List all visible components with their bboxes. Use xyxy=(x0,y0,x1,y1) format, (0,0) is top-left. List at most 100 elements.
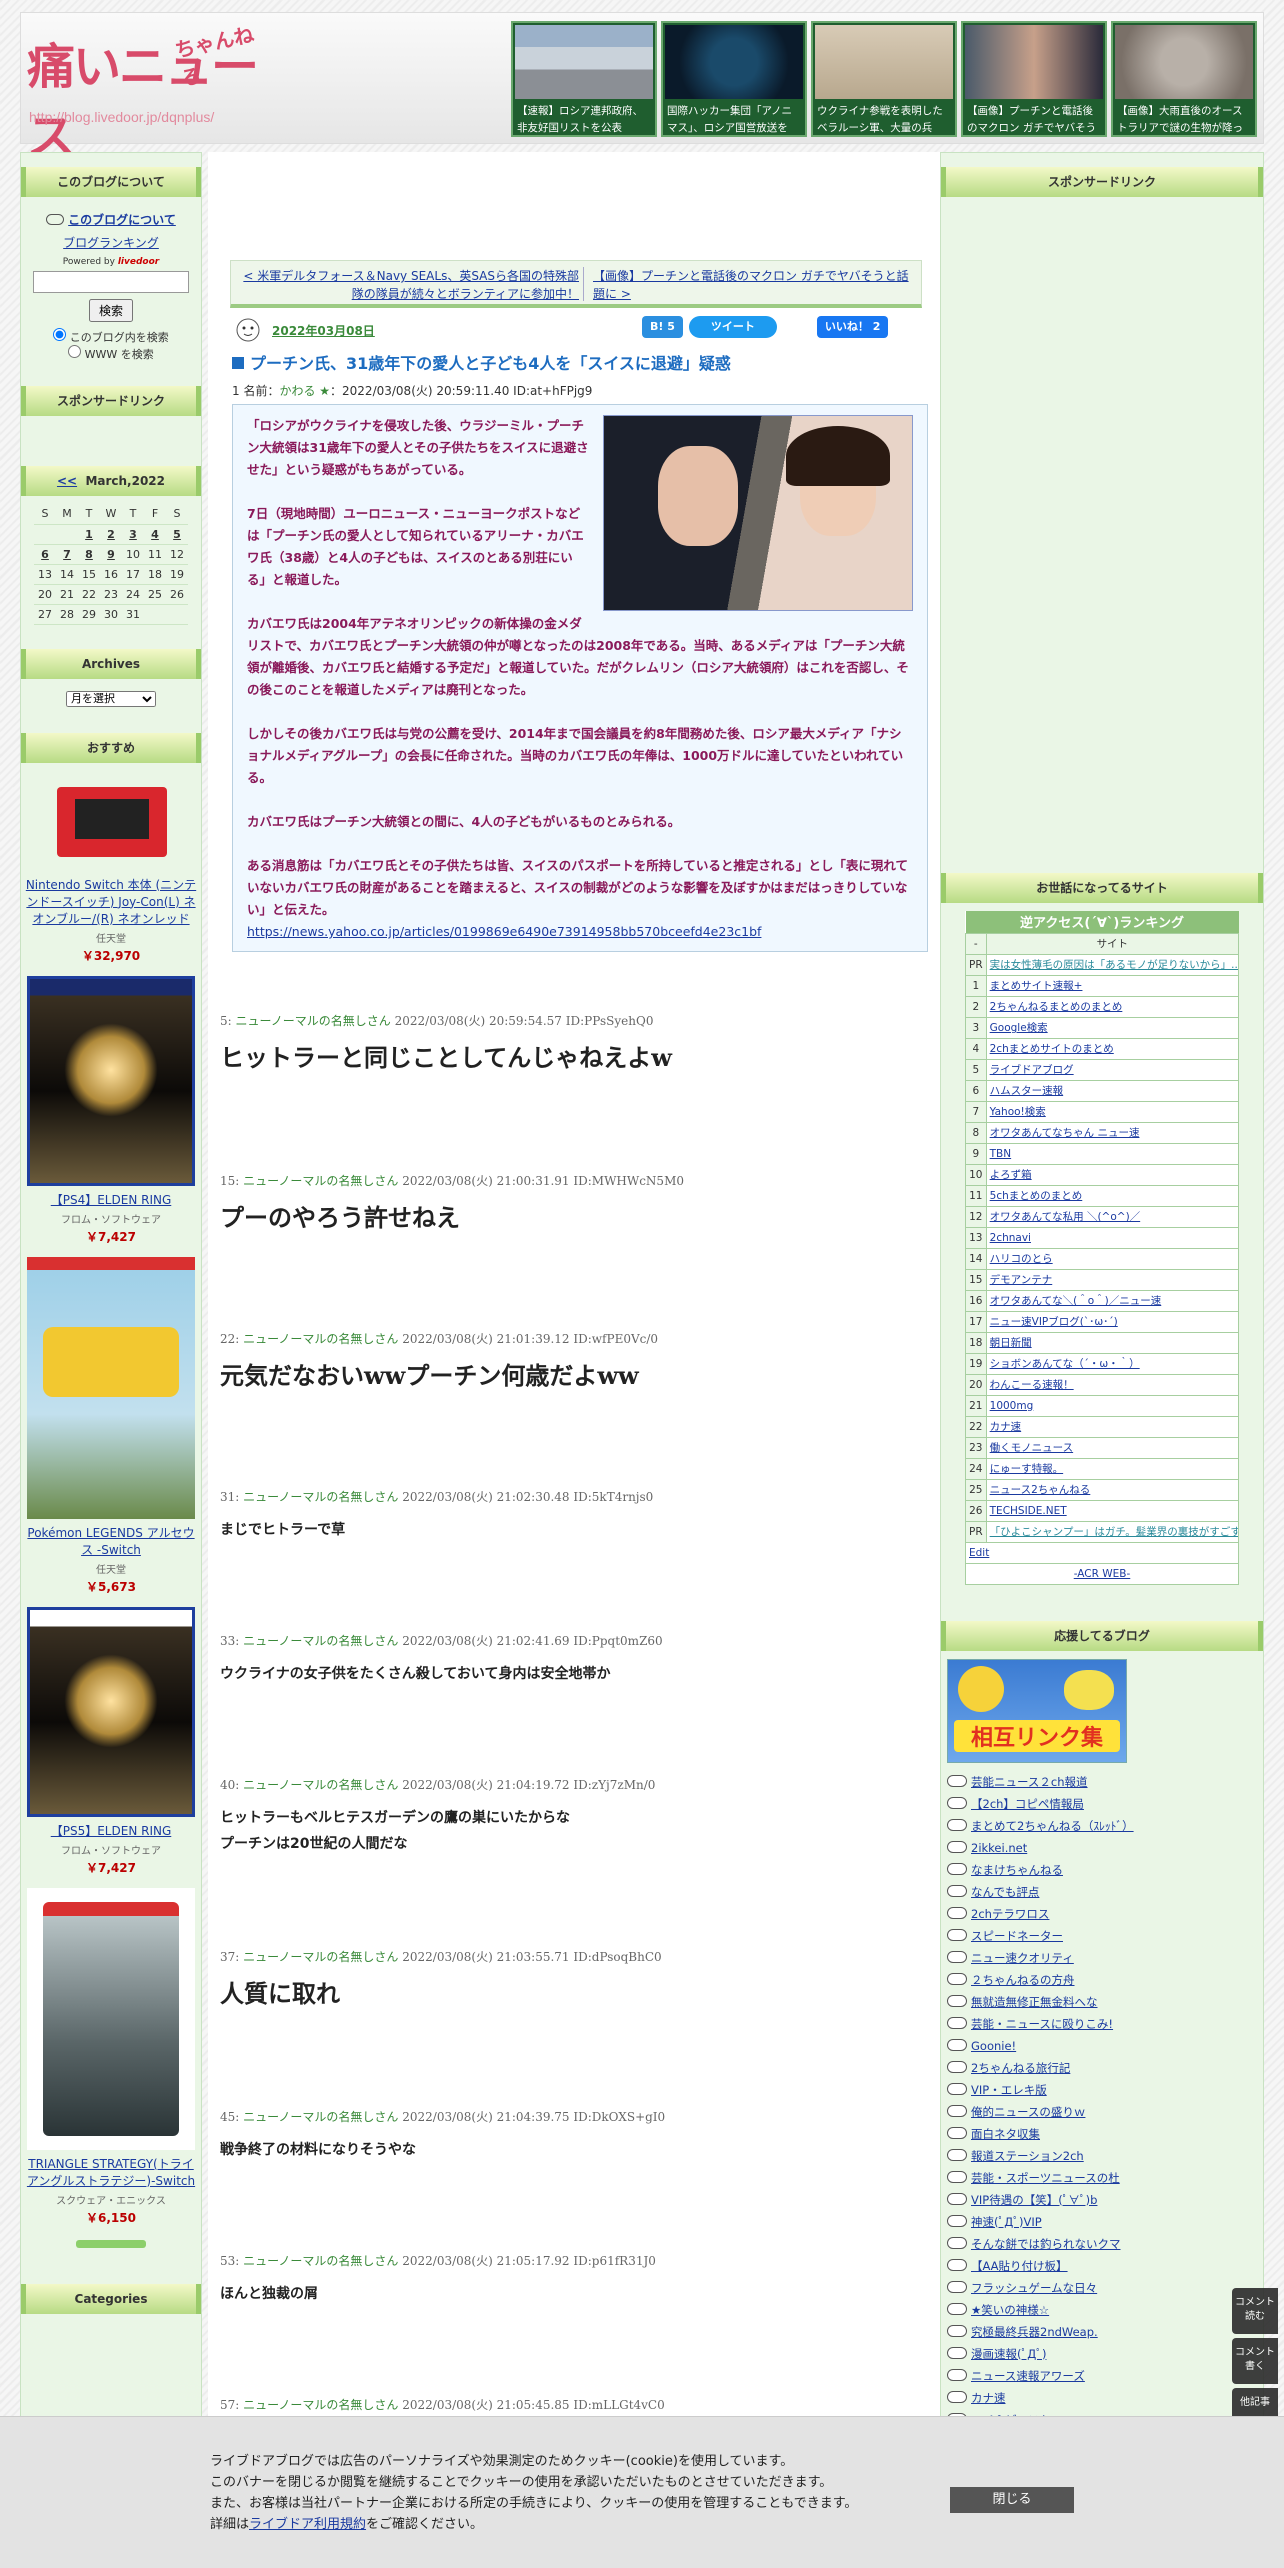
mutual-link[interactable]: まとめて2ちゃんねる（ｽﾚｯﾄﾞ） xyxy=(971,1819,1134,1833)
article-date[interactable]: 2022年03月08日 xyxy=(272,322,375,339)
search-input[interactable] xyxy=(33,271,189,293)
ranking-site-link[interactable]: オワタあんてな私用 ＼(^o^)／ xyxy=(990,1211,1141,1223)
ranking-site-link[interactable]: まとめサイト速報+ xyxy=(990,980,1083,992)
calendar-day[interactable]: 30 xyxy=(100,604,122,625)
calendar-day[interactable]: 23 xyxy=(100,584,122,605)
calendar-day[interactable]: 13 xyxy=(34,564,56,585)
mutual-link[interactable]: ニュース速報アワーズ xyxy=(971,2369,1085,2383)
calendar-day[interactable]: 4 xyxy=(144,524,166,545)
calendar-day[interactable]: 8 xyxy=(78,544,100,565)
cookie-close-button[interactable]: 閉じる xyxy=(950,2487,1074,2513)
mutual-link[interactable]: 神速(ﾟДﾟ)VIP xyxy=(971,2215,1042,2229)
calendar-day[interactable]: 14 xyxy=(56,564,78,585)
ranking-site-link[interactable]: ライブドアブログ xyxy=(990,1064,1074,1076)
product-item[interactable]: 【PS4】ELDEN RING フロム・ソフトウェア ￥7,427 xyxy=(21,975,201,1245)
header-thumb[interactable]: 国際ハッカー集団「アノニマス」、ロシア国営放送を xyxy=(661,21,807,137)
ranking-site-link[interactable]: 「ひよこシャンプー」はガチ。髪業界の裏技がすごす... xyxy=(990,1526,1238,1538)
ranking-site-link[interactable]: ニュース2ちゃんねる xyxy=(990,1484,1091,1496)
ranking-site-link[interactable]: TBN xyxy=(990,1148,1011,1160)
calendar-prev-link[interactable]: << xyxy=(57,474,77,488)
acr-web-link[interactable]: -ACR WEB- xyxy=(1074,1568,1131,1580)
calendar-day[interactable]: 17 xyxy=(122,564,144,585)
calendar-day[interactable]: 20 xyxy=(34,584,56,605)
mutual-link[interactable]: 2chテラワロス xyxy=(971,1907,1049,1921)
ranking-site-link[interactable]: 1000mg xyxy=(990,1400,1034,1412)
ranking-site-link[interactable]: 2chnavi xyxy=(990,1232,1031,1244)
calendar-day[interactable]: 7 xyxy=(56,544,78,565)
mutual-link[interactable]: なんでも評点 xyxy=(971,1885,1039,1899)
ranking-site-link[interactable]: オワタあんてなちゃん ニュー速 xyxy=(990,1127,1140,1139)
mutual-link[interactable]: 芸能・スポーツニュースの杜 xyxy=(971,2171,1120,2185)
prev-article-link[interactable]: < 米軍デルタフォース＆Navy SEALs、英SASら各国の特殊部隊の隊員が続… xyxy=(239,267,579,303)
header-thumb[interactable]: ウクライナ参戦を表明したベラルーシ軍、大量の兵 xyxy=(811,21,957,137)
write-comment-button[interactable]: コメント書く xyxy=(1232,2338,1278,2384)
ranking-site-link[interactable]: ハムスター速報 xyxy=(990,1085,1064,1097)
search-button[interactable]: 検索 xyxy=(88,299,133,322)
mutual-link[interactable]: ２ちゃんねるの方舟 xyxy=(971,1973,1075,1987)
amazon-mini-banner[interactable] xyxy=(76,2239,146,2248)
calendar-day[interactable]: 11 xyxy=(144,544,166,565)
calendar-day[interactable]: 12 xyxy=(166,544,188,565)
mutual-link[interactable]: 2ikkei.net xyxy=(971,1841,1027,1855)
calendar-day[interactable]: 18 xyxy=(144,564,166,585)
mutual-link[interactable]: 【AA貼り付け板】 xyxy=(971,2259,1068,2273)
product-item[interactable]: Pokémon LEGENDS アルセウス -Switch 任天堂 ￥5,673 xyxy=(21,1256,201,1595)
calendar-day[interactable]: 6 xyxy=(34,544,56,565)
mutual-link[interactable]: 無就造無修正無金料へな xyxy=(971,1995,1098,2009)
mutual-link[interactable]: 面白ネタ収集 xyxy=(971,2127,1040,2141)
ranking-site-link[interactable]: よろず箱 xyxy=(990,1169,1032,1181)
ranking-site-link[interactable]: ハリコのとら xyxy=(990,1253,1053,1265)
mutual-link[interactable]: なまけちゃんねる xyxy=(971,1863,1063,1877)
archives-select[interactable]: 月を選択 xyxy=(66,690,156,707)
mutual-link[interactable]: 俺的ニュースの盛りｗ xyxy=(971,2105,1085,2119)
next-article-link[interactable]: 【画像】プーチンと電話後のマクロン ガチでヤバそうと話題に > xyxy=(593,267,913,303)
hatena-bookmark-button[interactable]: B! 5 xyxy=(642,316,683,338)
read-comments-button[interactable]: コメント読む xyxy=(1232,2288,1278,2334)
header-thumb[interactable]: 【速報】ロシア連邦政府、非友好国リストを公表 xyxy=(511,21,657,137)
ranking-site-link[interactable]: TECHSIDE.NET xyxy=(990,1505,1067,1517)
calendar-day[interactable]: 25 xyxy=(144,584,166,605)
calendar-day[interactable]: 27 xyxy=(34,604,56,625)
product-item[interactable]: TRIANGLE STRATEGY(トライアングルストラテジー)-Switch … xyxy=(21,1887,201,2226)
calendar-day[interactable]: 22 xyxy=(78,584,100,605)
mutual-link-banner[interactable]: 相互リンク集 xyxy=(947,1658,1127,1763)
calendar-day[interactable]: 31 xyxy=(122,604,144,625)
product-item[interactable]: Nintendo Switch 本体 (ニンテンドースイッチ) Joy-Con(… xyxy=(21,771,201,964)
ranking-site-link[interactable]: カナ速 xyxy=(990,1421,1022,1433)
calendar-day[interactable]: 16 xyxy=(100,564,122,585)
calendar-day[interactable]: 21 xyxy=(56,584,78,605)
radio-www-search[interactable] xyxy=(68,345,82,358)
mutual-link[interactable]: 2ちゃんねる旅行記 xyxy=(971,2061,1070,2075)
ranking-site-link[interactable]: ニュー速VIPブログ(`･ω･´) xyxy=(990,1316,1118,1328)
product-item[interactable]: 【PS5】ELDEN RING フロム・ソフトウェア ￥7,427 xyxy=(21,1606,201,1876)
calendar-day[interactable]: 26 xyxy=(166,584,188,605)
calendar-day[interactable]: 2 xyxy=(100,524,122,545)
ranking-site-link[interactable]: 2chまとめサイトのまとめ xyxy=(990,1043,1114,1055)
mutual-link[interactable]: カナ速 xyxy=(971,2391,1006,2405)
ranking-site-link[interactable]: 実は女性薄毛の原因は「あるモノが足りないから」... xyxy=(990,959,1238,971)
mutual-link[interactable]: VIP待遇の【笑】(ﾟ∀ﾟ)b xyxy=(971,2193,1097,2207)
calendar-day[interactable]: 29 xyxy=(78,604,100,625)
mutual-link[interactable]: ★笑いの神様☆ xyxy=(971,2303,1049,2317)
header-thumb[interactable]: 【画像】大雨直後のオーストラリアで謎の生物が降っ xyxy=(1111,21,1257,137)
blog-ranking-link[interactable]: ブログランキング xyxy=(63,236,159,250)
ranking-edit-link[interactable]: Edit xyxy=(969,1547,989,1559)
ranking-site-link[interactable]: わんこーる速報！ xyxy=(990,1379,1074,1391)
mutual-link[interactable]: VIP・エレキ版 xyxy=(971,2083,1047,2097)
site-logo[interactable]: 痛いニュース ちゃんねる http://blog.livedoor.jp/dqn… xyxy=(27,22,267,165)
calendar-day[interactable]: 9 xyxy=(100,544,122,565)
like-button[interactable]: いいね！ 2 xyxy=(816,316,889,338)
mutual-link[interactable]: フラッシュゲームな日々 xyxy=(971,2281,1097,2295)
mutual-link[interactable]: ニュー速クオリティ xyxy=(971,1951,1074,1965)
mutual-link[interactable]: 芸能・ニュースに殴りこみ! xyxy=(971,2017,1113,2031)
mutual-link[interactable]: 報道ステーション2ch xyxy=(971,2149,1084,2163)
terms-link[interactable]: ライブドア利用規約 xyxy=(249,2517,366,2532)
calendar-day[interactable]: 24 xyxy=(122,584,144,605)
calendar-day[interactable]: 28 xyxy=(56,604,78,625)
header-thumb[interactable]: 【画像】プーチンと電話後のマクロン ガチでヤバそう xyxy=(961,21,1107,137)
radio-blog-search[interactable] xyxy=(53,328,67,341)
mutual-link[interactable]: 究極最終兵器2ndWeap. xyxy=(971,2325,1098,2339)
calendar-day[interactable]: 3 xyxy=(122,524,144,545)
about-link[interactable]: このブログについて xyxy=(68,213,176,227)
mutual-link[interactable]: そんな餅では釣られないクマ xyxy=(971,2237,1121,2251)
